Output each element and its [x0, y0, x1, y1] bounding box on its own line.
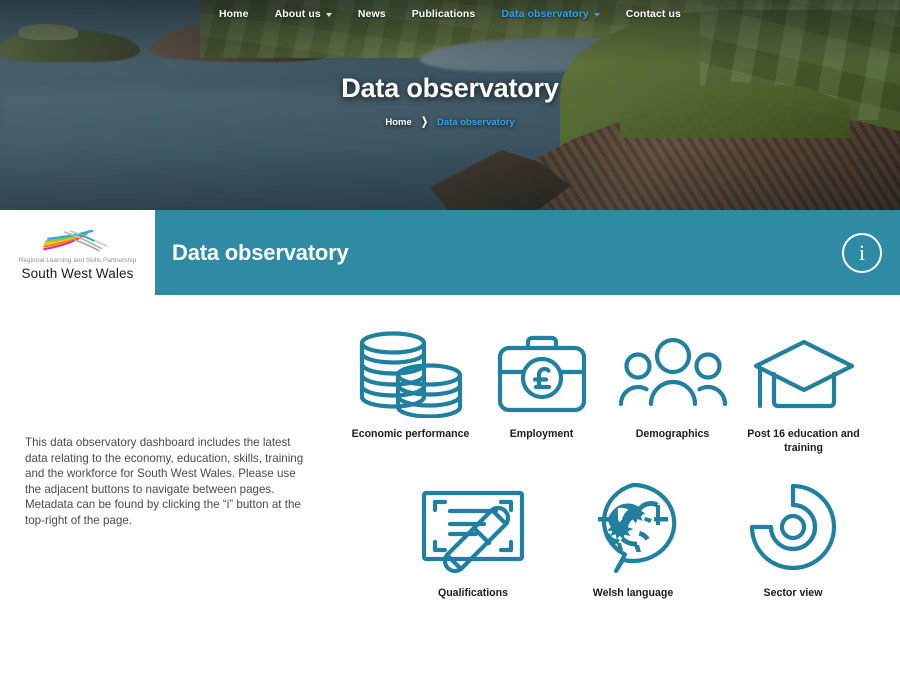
tiles-row-1: Economic performance Employment Demograp… [345, 330, 900, 455]
tile-sector-view[interactable]: Sector view [713, 477, 873, 601]
people-group-icon [618, 337, 727, 407]
tile-post-16-education-and-training[interactable]: Post 16 education and training [738, 330, 869, 455]
nav-item-label: Home [218, 8, 249, 20]
tile-icon-wrap [584, 477, 682, 577]
nav-item-label: Publications [411, 8, 476, 20]
hero-banner: Home About us News Publications Data obs… [0, 0, 900, 210]
donut-chart-icon [749, 483, 837, 571]
tile-icon-wrap [618, 330, 728, 418]
breadcrumb: Home ❯ Data observatory [385, 115, 515, 128]
tile-label: Welsh language [592, 587, 674, 599]
tile-icon-wrap [414, 477, 532, 577]
hero-title: Data observatory [341, 72, 559, 103]
tile-icon-wrap [750, 330, 858, 418]
chevron-right-icon: ❯ [421, 115, 428, 128]
speech-bubble-dragon-icon [598, 482, 677, 574]
nav-item-label: About us [274, 8, 321, 20]
dashboard-title: Data observatory [172, 239, 349, 265]
dashboard-title-bar: Data observatory i [155, 210, 900, 295]
info-icon: i [858, 239, 866, 265]
tile-icon-wrap [493, 330, 591, 418]
tile-label: Qualifications [437, 587, 509, 599]
nav-item-label: Data observatory [501, 8, 589, 20]
tile-icon-wrap [741, 477, 845, 577]
tile-label: Post 16 education and training [747, 428, 860, 454]
navigation-tiles: Economic performance Employment Demograp… [345, 330, 900, 601]
page-root: Home About us News Publications Data obs… [0, 0, 900, 675]
nav-item-publications[interactable]: Publications [399, 8, 489, 20]
tile-label: Demographics [635, 428, 710, 440]
chevron-down-icon [593, 12, 600, 17]
tile-economic-performance[interactable]: Economic performance [345, 330, 476, 455]
breadcrumb-home-link[interactable]: Home [385, 117, 411, 128]
graduation-cap-icon [753, 339, 854, 409]
tile-demographics[interactable]: Demographics [607, 330, 738, 455]
briefcase-pound-icon [497, 335, 586, 413]
tile-qualifications[interactable]: Qualifications [393, 477, 553, 601]
organisation-logo[interactable]: Regional Learning and Skills Partnership… [0, 210, 155, 295]
nav-item-label: Contact us [625, 8, 681, 20]
nav-item-home[interactable]: Home [206, 8, 262, 20]
tiles-row-2: Qualifications Welsh language Sector vie… [345, 477, 900, 601]
info-button[interactable]: i [842, 232, 882, 273]
tile-employment[interactable]: Employment [476, 330, 607, 455]
rlsp-swoosh-icon [42, 229, 108, 251]
chevron-down-icon [325, 12, 332, 17]
tile-icon-wrap [355, 330, 467, 418]
primary-navigation: Home About us News Publications Data obs… [0, 0, 900, 28]
tile-label: Sector view [763, 587, 823, 599]
intro-paragraph: This data observatory dashboard includes… [25, 436, 304, 527]
nav-item-contact-us[interactable]: Contact us [613, 8, 694, 20]
logo-title: South West Wales [21, 265, 134, 281]
certificate-scroll-icon [421, 490, 525, 574]
hero-content: Data observatory Home ❯ Data observatory [0, 0, 900, 210]
tile-label: Employment [509, 428, 574, 440]
main-content: This data observatory dashboard includes… [0, 295, 900, 675]
tile-label: Economic performance [351, 428, 470, 440]
nav-item-news[interactable]: News [345, 8, 399, 20]
logo-subtitle: Regional Learning and Skills Partnership [18, 256, 137, 264]
nav-item-about-us[interactable]: About us [262, 8, 345, 20]
coins-icon [359, 331, 462, 418]
nav-item-label: News [357, 8, 386, 20]
breadcrumb-current-link[interactable]: Data observatory [437, 117, 515, 128]
nav-item-data-observatory[interactable]: Data observatory [488, 8, 612, 20]
tile-welsh-language[interactable]: Welsh language [553, 477, 713, 601]
dashboard-header-row: Regional Learning and Skills Partnership… [0, 210, 900, 295]
